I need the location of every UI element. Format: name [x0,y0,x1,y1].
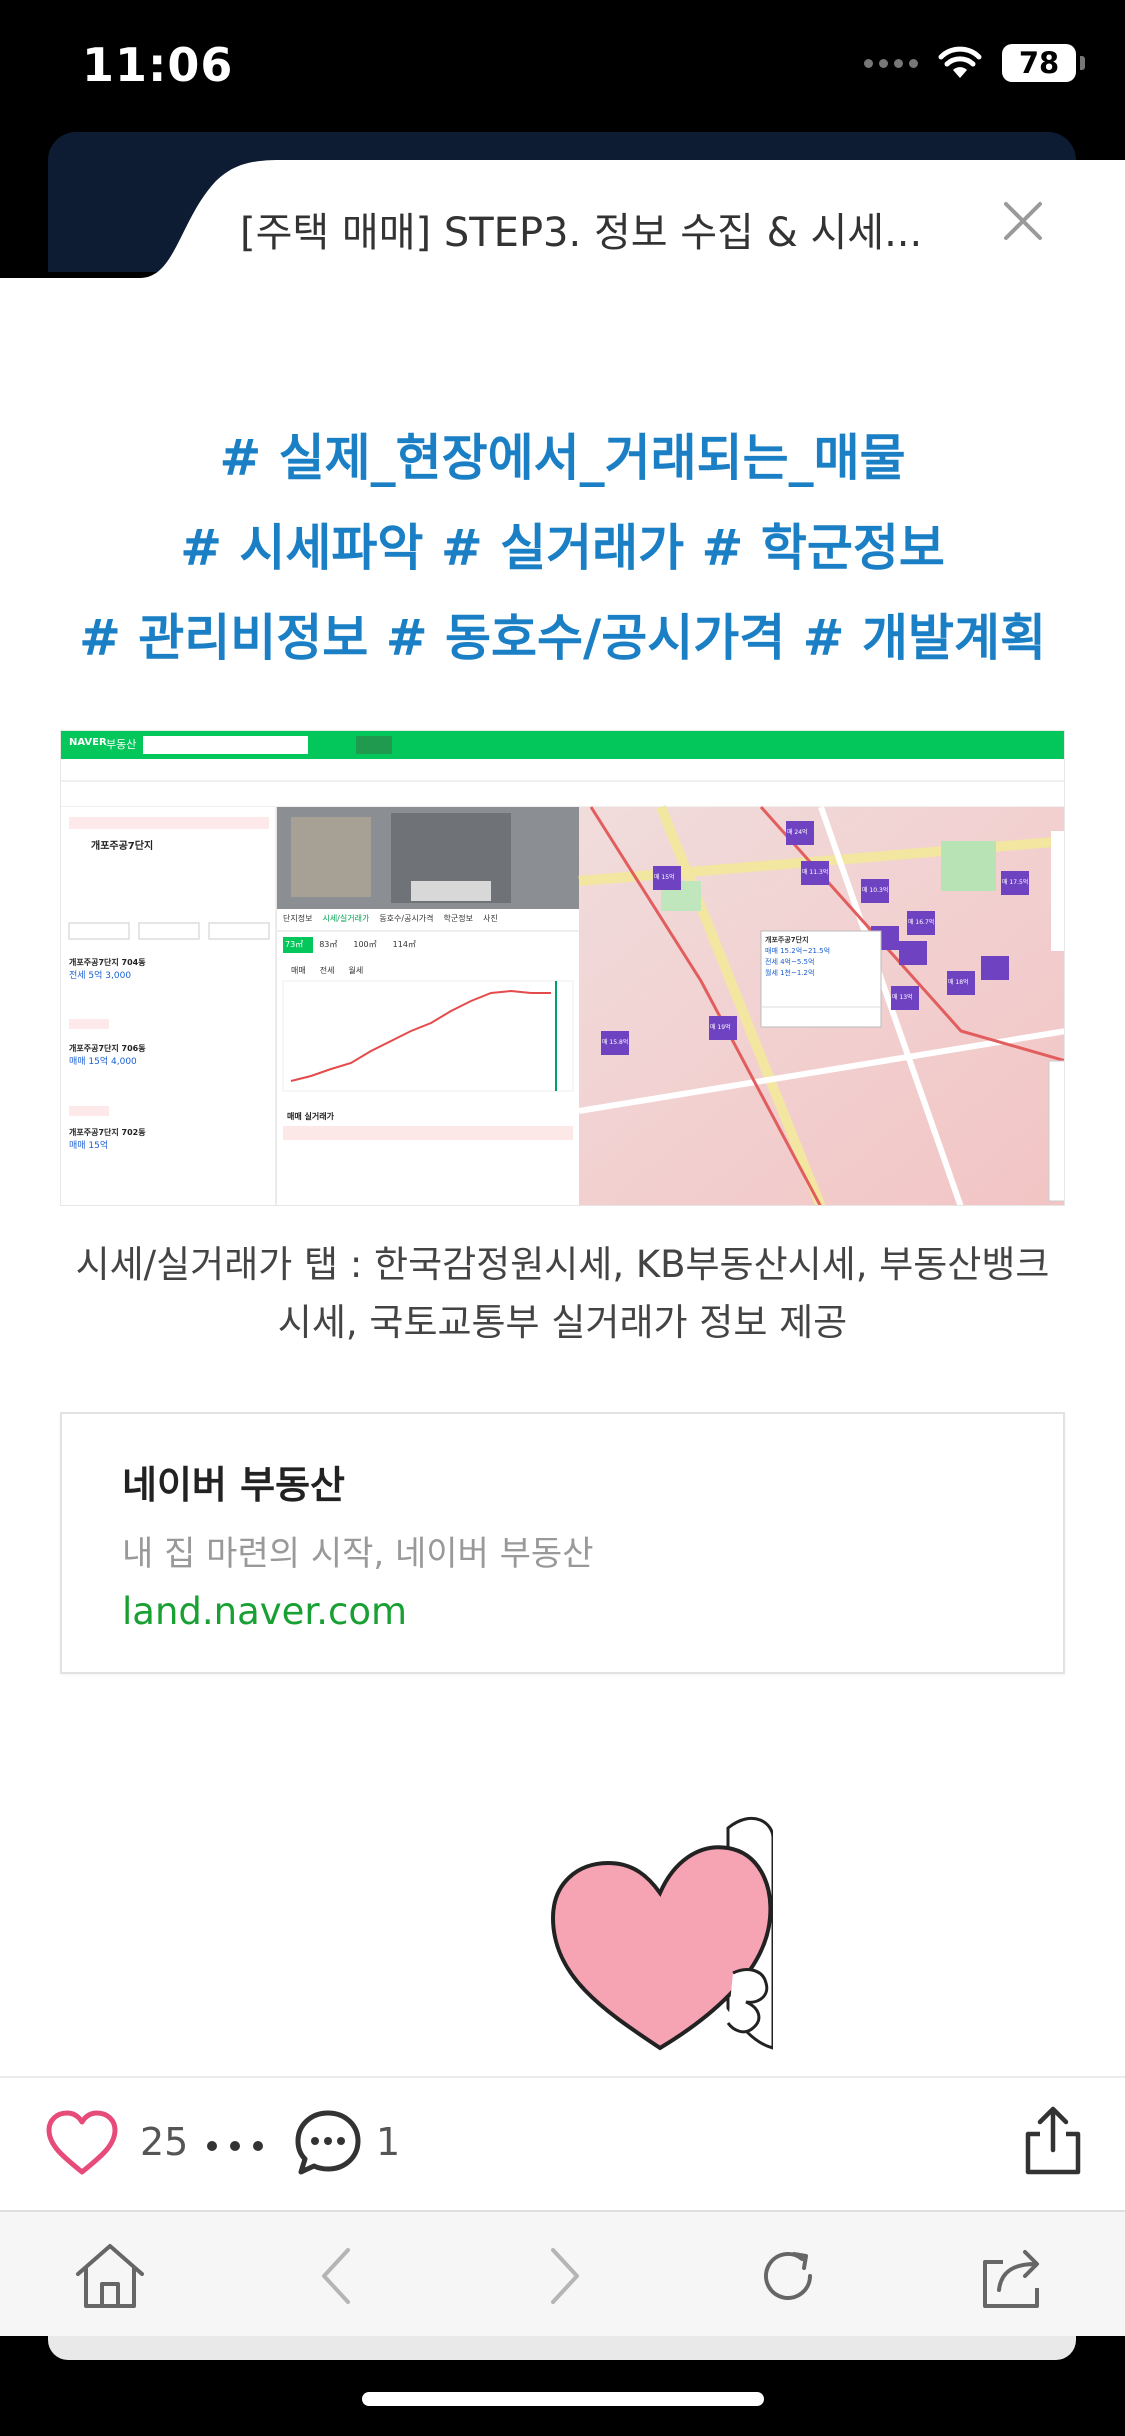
map-marker-labels: 매 24억 매 11.3억 매 15억 매 10.3억 매 16.7억 매 17… [61,731,1064,1205]
status-time: 11:06 [82,38,234,92]
image-caption: 시세/실거래가 탭 : 한국감정원시세, KB부동산시세, 부동산뱅크 시세, … [40,1236,1085,1352]
map-marker: 매 13억 [892,994,913,1001]
back-icon[interactable] [300,2240,376,2312]
post-action-bar: 25 1 [0,2076,1125,2210]
comment-count[interactable]: 1 [376,2120,400,2164]
battery-tip [1080,56,1085,70]
hashtag-line[interactable]: # 시세파악 # 실거래가 # 학군정보 [0,503,1125,593]
map-marker: 매 11.3억 [802,869,829,876]
naver-land-screenshot[interactable]: NAVER 부동산 개포주공7단지 단지정보 시세/실거래가 동호수/공시가격 … [60,730,1065,1206]
share-out-icon[interactable] [975,2240,1051,2312]
browser-toolbar [0,2210,1125,2336]
like-count[interactable]: 25 [140,2120,188,2164]
map-marker: 매 18억 [948,979,969,986]
heart-icon[interactable] [45,2108,119,2178]
map-marker: 매 16.7억 [908,919,935,926]
hashtag-line[interactable]: # 실제_현장에서_거래되는_매물 [0,413,1125,503]
page-title: [주택 매매] STEP3. 정보 수집 & 시세... [240,210,920,256]
caption-line: 시세/실거래가 탭 : 한국감정원시세, KB부동산시세, 부동산뱅크 [75,1243,1050,1286]
map-marker: 매 17.5억 [1002,879,1029,886]
hashtag-line[interactable]: # 관리비정보 # 동호수/공시가격 # 개발계획 [0,593,1125,683]
cellular-signal-icon [864,58,918,68]
battery-indicator: 78 [1002,44,1076,82]
forward-icon[interactable] [525,2240,601,2312]
link-url[interactable]: land.naver.com [122,1590,407,1633]
share-icon[interactable] [1022,2104,1084,2178]
comment-icon[interactable] [293,2108,363,2178]
status-icons: 78 [864,44,1085,82]
map-marker: 매 19억 [710,1024,731,1031]
map-marker: 매 15.8억 [602,1039,629,1046]
map-marker: 매 12억 [842,959,863,966]
status-bar: 11:06 78 [0,0,1125,135]
more-icon[interactable] [206,2140,264,2152]
refresh-icon[interactable] [750,2240,826,2312]
post-content: # 실제_현장에서_거래되는_매물 # 시세파악 # 실거래가 # 학군정보 #… [0,278,1125,2076]
home-indicator[interactable] [362,2392,764,2406]
home-icon[interactable] [72,2240,148,2312]
close-icon[interactable] [998,196,1048,246]
link-description: 내 집 마련의 시작, 네이버 부동산 [122,1534,594,1574]
heart-sticker-image [550,1816,773,2051]
wifi-icon [938,46,982,78]
link-title: 네이버 부동산 [122,1463,345,1507]
map-marker: 매 10.3억 [862,887,889,894]
caption-line: 시세, 국토교통부 실거래가 정보 제공 [277,1301,848,1344]
tab-strip-bottom [48,2336,1076,2360]
map-marker: 매 15억 [654,874,675,881]
map-marker: 매 24억 [787,829,808,836]
link-preview-card[interactable]: 네이버 부동산 내 집 마련의 시작, 네이버 부동산 land.naver.c… [60,1412,1065,1674]
hashtag-block: # 실제_현장에서_거래되는_매물 # 시세파악 # 실거래가 # 학군정보 #… [0,413,1125,683]
